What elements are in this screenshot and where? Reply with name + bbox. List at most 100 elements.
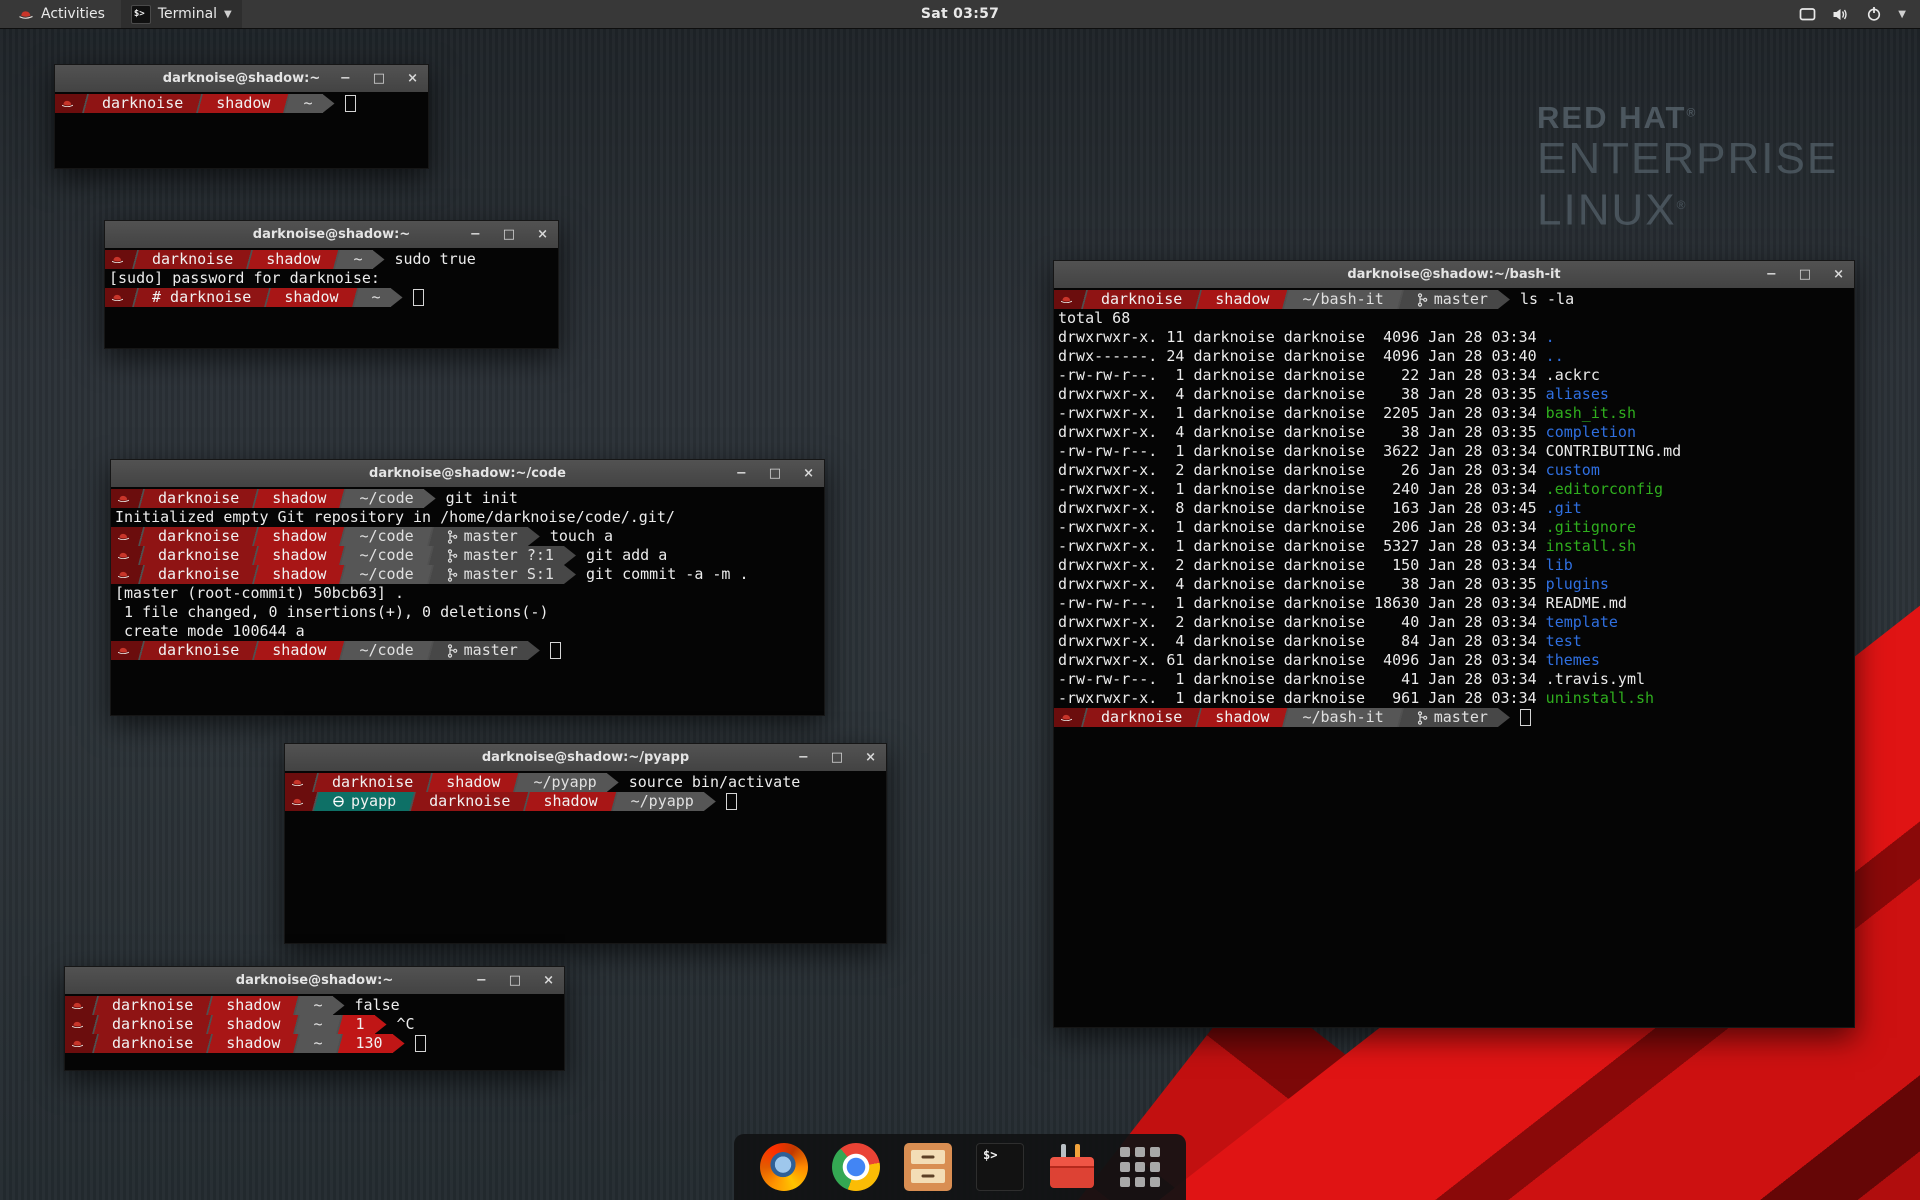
prompt-segment-path: ~ bbox=[303, 1015, 332, 1034]
chrome-icon[interactable] bbox=[832, 1143, 880, 1191]
prompt-segment-host: shadow bbox=[256, 250, 330, 269]
close-button[interactable]: × bbox=[803, 466, 814, 481]
window-titlebar[interactable]: darknoise@shadow:~ − □ × bbox=[65, 967, 564, 995]
prompt-segment-user: # darknoise bbox=[142, 288, 261, 307]
ls-row-meta: drwxrwxr-x. 4 darknoise darknoise 84 Jan… bbox=[1054, 632, 1546, 651]
powerline-separator bbox=[423, 773, 436, 792]
window-titlebar[interactable]: darknoise@shadow:~ −□× bbox=[55, 65, 428, 93]
window-title: darknoise@shadow:~ bbox=[253, 227, 410, 242]
prompt-segment-user: darknoise bbox=[102, 1034, 203, 1053]
terminal-content[interactable]: darknoiseshadow~sudo true[sudo] password… bbox=[105, 248, 558, 348]
powerline-separator bbox=[330, 250, 343, 269]
powerline-separator bbox=[336, 641, 349, 660]
powerline-separator bbox=[249, 527, 262, 546]
ls-row-meta: -rwxrwxr-x. 1 darknoise darknoise 206 Ja… bbox=[1054, 518, 1546, 537]
command-text: git init bbox=[446, 489, 518, 508]
terminal-window-home-2: darknoise@shadow:~ − □ × darknoiseshadow~f… bbox=[64, 966, 565, 1071]
powerline-separator bbox=[1192, 290, 1205, 309]
power-icon[interactable] bbox=[1866, 6, 1882, 22]
redhat-fedora-glyph bbox=[1060, 294, 1073, 305]
powerline-separator bbox=[203, 1015, 216, 1034]
maximize-button[interactable]: □ bbox=[831, 750, 843, 765]
terminal-content[interactable]: darknoiseshadow~/bash-it masterls -latot… bbox=[1054, 288, 1854, 1027]
clock[interactable]: Sat 03:57 bbox=[0, 6, 1920, 22]
terminal-content[interactable]: darknoiseshadow~/codegit initInitialized… bbox=[111, 487, 824, 715]
prompt-segment-user: darknoise bbox=[1091, 708, 1192, 727]
window-titlebar[interactable]: darknoise@shadow:~ − □ × bbox=[105, 221, 558, 249]
close-button[interactable]: × bbox=[407, 71, 418, 86]
redhat-prompt-icon bbox=[65, 996, 89, 1015]
ls-filename: uninstall.sh bbox=[1546, 689, 1654, 708]
window-titlebar[interactable]: darknoise@shadow:~/bash-it −□× bbox=[1054, 261, 1854, 289]
terminal-line: drwxrwxr-x. 4 darknoise darknoise 38 Jan… bbox=[1054, 575, 1854, 594]
prompt-segment-path: ~/code bbox=[349, 489, 423, 508]
powerline-arrow bbox=[424, 489, 436, 508]
powerline-separator bbox=[249, 546, 262, 565]
volume-icon[interactable] bbox=[1832, 7, 1850, 22]
window-title: darknoise@shadow:~ bbox=[236, 973, 393, 988]
terminal-line: drwxrwxr-x. 2 darknoise darknoise 26 Jan… bbox=[1054, 461, 1854, 480]
powerline-separator bbox=[520, 792, 533, 811]
maximize-button[interactable]: □ bbox=[503, 227, 515, 242]
prompt-segment-user: darknoise bbox=[148, 489, 249, 508]
powerline-separator bbox=[203, 996, 216, 1015]
powerline-arrow bbox=[333, 996, 345, 1015]
redhat-prompt-icon bbox=[65, 1034, 89, 1053]
powerline-separator bbox=[406, 792, 419, 811]
prompt-segment-path: ~ bbox=[362, 288, 391, 307]
app-grid-icon[interactable] bbox=[1120, 1147, 1160, 1187]
ls-filename: .gitignore bbox=[1546, 518, 1636, 537]
text-cursor bbox=[415, 1035, 426, 1052]
prompt-segment-path: ~ bbox=[293, 94, 322, 113]
powerline-separator bbox=[89, 996, 102, 1015]
ls-row-meta: drwxrwxr-x. 4 darknoise darknoise 38 Jan… bbox=[1054, 423, 1546, 442]
powerline-arrow bbox=[375, 1015, 387, 1034]
chevron-down-icon[interactable]: ▼ bbox=[1898, 9, 1906, 20]
maximize-button[interactable]: □ bbox=[1799, 267, 1811, 282]
rhel-wallpaper-logo: RED HAT® ENTERPRISE LINUX® bbox=[1537, 100, 1838, 234]
maximize-button[interactable]: □ bbox=[509, 973, 521, 988]
terminal-content[interactable]: darknoiseshadow~false darknoiseshadow~1^… bbox=[65, 994, 564, 1070]
terminal-icon[interactable] bbox=[976, 1143, 1024, 1191]
redhat-fedora-glyph bbox=[111, 254, 124, 265]
minimize-button[interactable]: − bbox=[476, 973, 487, 988]
terminal-line: pyappdarknoiseshadow~/pyapp bbox=[285, 792, 886, 811]
window-titlebar[interactable]: darknoise@shadow:~/code −□× bbox=[111, 460, 824, 488]
maximize-button[interactable]: □ bbox=[769, 466, 781, 481]
powerline-separator bbox=[336, 546, 349, 565]
terminal-content[interactable]: darknoiseshadow~ bbox=[55, 92, 428, 168]
powerline-separator bbox=[309, 773, 322, 792]
ls-row-meta: drwxrwxr-x. 2 darknoise darknoise 26 Jan… bbox=[1054, 461, 1546, 480]
powerline-separator bbox=[608, 792, 621, 811]
minimize-button[interactable]: − bbox=[1766, 267, 1777, 282]
terminal-line: create mode 100644 a bbox=[111, 622, 824, 641]
toolbox-icon[interactable] bbox=[1048, 1143, 1096, 1191]
git-branch-icon bbox=[447, 530, 458, 544]
powerline-separator bbox=[135, 641, 148, 660]
powerline-arrow bbox=[564, 546, 576, 565]
powerline-arrow bbox=[1498, 290, 1510, 309]
close-button[interactable]: × bbox=[865, 750, 876, 765]
ls-filename: install.sh bbox=[1546, 537, 1636, 556]
terminal-line: total 68 bbox=[1054, 309, 1854, 328]
files-icon[interactable] bbox=[904, 1143, 952, 1191]
minimize-button[interactable]: − bbox=[798, 750, 809, 765]
powerline-separator bbox=[510, 773, 523, 792]
close-button[interactable]: × bbox=[1833, 267, 1844, 282]
prompt-segment-path: ~/bash-it bbox=[1292, 290, 1393, 309]
close-button[interactable]: × bbox=[543, 973, 554, 988]
powerline-separator bbox=[193, 94, 206, 113]
terminal-line: drwxrwxr-x. 11 darknoise darknoise 4096 … bbox=[1054, 328, 1854, 347]
display-icon[interactable] bbox=[1799, 7, 1816, 22]
redhat-prompt-icon bbox=[105, 288, 129, 307]
minimize-button[interactable]: − bbox=[340, 71, 351, 86]
maximize-button[interactable]: □ bbox=[373, 71, 385, 86]
ls-row-meta: drwxrwxr-x. 2 darknoise darknoise 40 Jan… bbox=[1054, 613, 1546, 632]
close-button[interactable]: × bbox=[537, 227, 548, 242]
terminal-content[interactable]: darknoiseshadow~/pyappsource bin/activat… bbox=[285, 771, 886, 943]
minimize-button[interactable]: − bbox=[470, 227, 481, 242]
window-titlebar[interactable]: darknoise@shadow:~/pyapp −□× bbox=[285, 744, 886, 772]
minimize-button[interactable]: − bbox=[736, 466, 747, 481]
firefox-icon[interactable] bbox=[760, 1143, 808, 1191]
powerline-separator bbox=[243, 250, 256, 269]
